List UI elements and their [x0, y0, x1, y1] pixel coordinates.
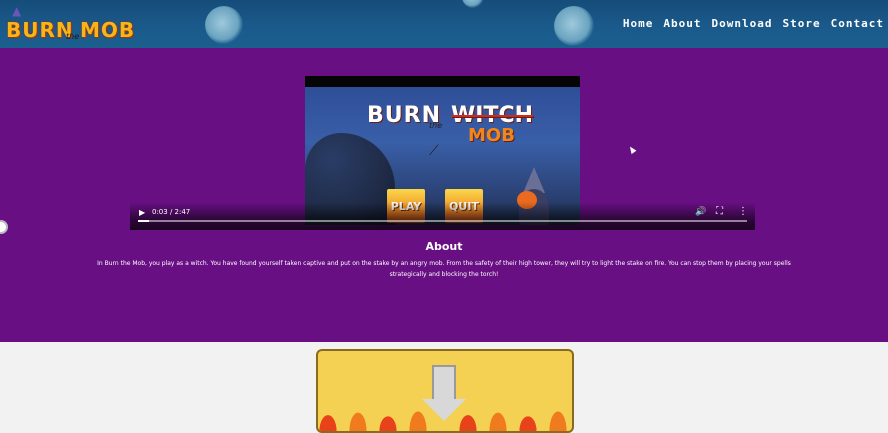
video-controls: ▶ 0:03 / 2:47 🔊 ⛶ ⋮	[130, 202, 755, 230]
logo-mob-text: MOB	[80, 18, 136, 42]
download-arrow-icon	[432, 365, 456, 401]
nav-download[interactable]: Download	[712, 17, 773, 30]
hero-section: BURN the WITCH MOB ⟋ PLAY QUIT ▶ 0:03 / …	[0, 48, 888, 342]
video-letterbox	[305, 76, 580, 87]
site-logo[interactable]: ▲ BURN the MOB	[4, 4, 134, 44]
nav-store[interactable]: Store	[783, 17, 821, 30]
video-player[interactable]: BURN the WITCH MOB ⟋ PLAY QUIT ▶ 0:03 / …	[130, 76, 755, 230]
download-banner[interactable]	[316, 349, 574, 433]
game-title-the: the	[429, 121, 443, 130]
video-progress-bar[interactable]	[138, 220, 747, 222]
nav-about[interactable]: About	[663, 17, 701, 30]
nav-home[interactable]: Home	[623, 17, 654, 30]
nav-contact[interactable]: Contact	[831, 17, 884, 30]
video-progress-fill	[138, 220, 149, 222]
broom-icon: ⟋	[429, 143, 439, 159]
about-heading: About	[425, 240, 463, 253]
site-header: ▲ BURN the MOB Home About Download Store…	[0, 0, 888, 48]
download-arrow-head	[422, 399, 466, 421]
about-text: In Burn the Mob, you play as a witch. Yo…	[97, 260, 791, 278]
fullscreen-icon[interactable]: ⛶	[716, 206, 723, 217]
moon-decoration	[462, 0, 484, 8]
video-time: 0:03 / 2:47	[152, 208, 191, 216]
game-title-mob: MOB	[468, 125, 515, 146]
more-vertical-icon[interactable]: ⋮	[738, 206, 748, 217]
volume-icon[interactable]: 🔊	[695, 207, 706, 217]
moon-decoration	[554, 6, 594, 46]
main-nav: Home About Download Store Contact	[623, 17, 884, 30]
play-icon[interactable]: ▶	[139, 208, 147, 217]
logo-burn-text: BURN	[6, 18, 74, 42]
moon-decoration	[205, 6, 243, 44]
witch-hat-icon: ▲	[12, 4, 22, 18]
logo-the-text: the	[66, 32, 80, 41]
